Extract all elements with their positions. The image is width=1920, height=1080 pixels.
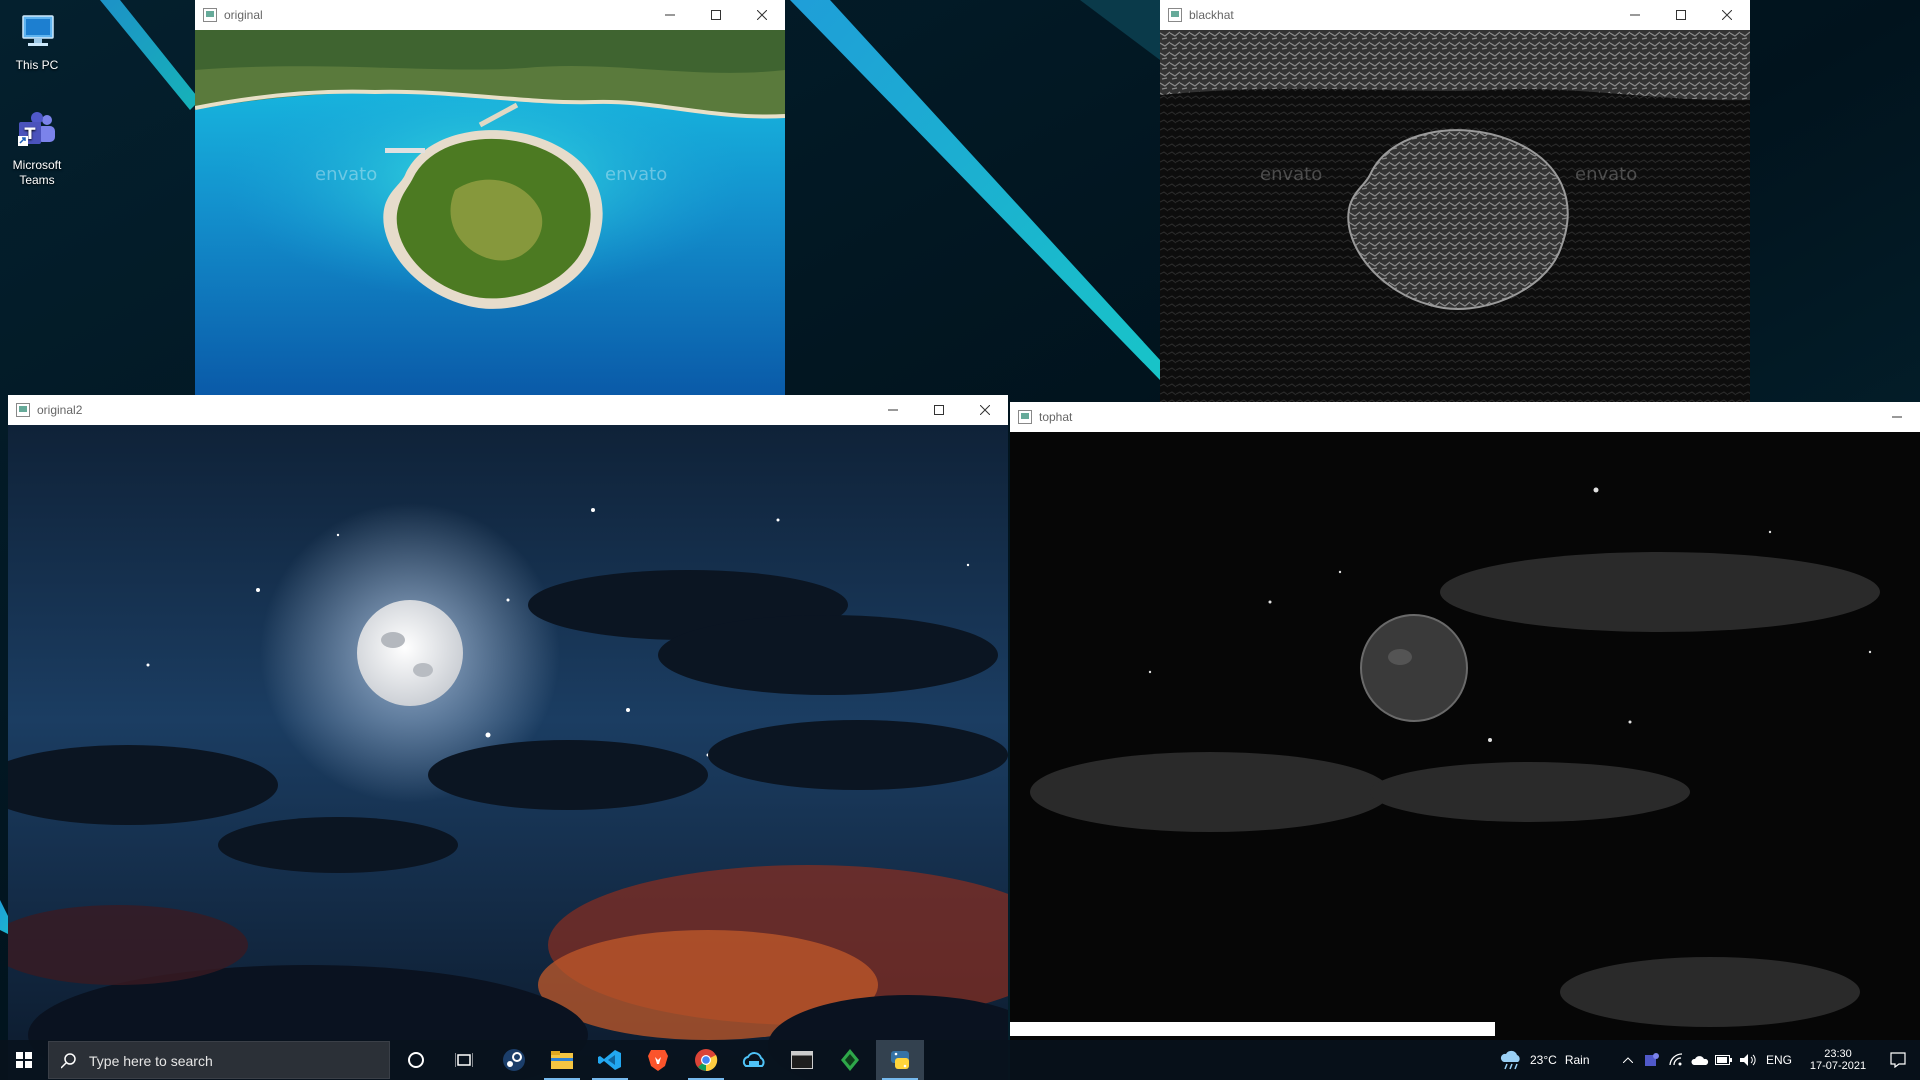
action-center-button[interactable] [1876, 1040, 1920, 1080]
watermark-left: envato [315, 164, 377, 185]
window-tophat[interactable]: tophat [1010, 402, 1920, 1080]
steam-icon [503, 1049, 525, 1071]
app-icon [841, 1049, 859, 1071]
taskbar-search-input[interactable]: Type here to search [48, 1041, 390, 1079]
taskbar-app-steam[interactable] [490, 1040, 538, 1080]
window-original2[interactable]: original2 [8, 395, 1008, 1080]
file-explorer-icon [551, 1051, 573, 1069]
taskbar-app-terminal[interactable] [778, 1040, 826, 1080]
watermark-left: envato [1260, 164, 1322, 185]
minimize-button[interactable] [1874, 402, 1920, 432]
window-titlebar[interactable]: original2 [8, 395, 1008, 425]
taskbar-app-chrome[interactable] [682, 1040, 730, 1080]
watermark-right: envato [1575, 164, 1637, 185]
taskbar-app-vscode[interactable] [586, 1040, 634, 1080]
desktop-icon-label-line2: Teams [19, 173, 55, 187]
maximize-button[interactable] [916, 395, 962, 425]
minimize-button[interactable] [870, 395, 916, 425]
notification-icon [1890, 1052, 1906, 1068]
window-original[interactable]: original envato envato [195, 0, 785, 395]
close-button[interactable] [962, 395, 1008, 425]
minimize-button[interactable] [1612, 0, 1658, 30]
teams-icon: T [15, 110, 59, 154]
terminal-icon [791, 1051, 813, 1069]
brave-icon [648, 1050, 668, 1071]
volume-icon [1740, 1054, 1756, 1066]
search-icon [61, 1053, 76, 1069]
window-titlebar[interactable]: tophat [1010, 402, 1920, 432]
rain-cloud-icon [1500, 1050, 1520, 1070]
window-app-icon [16, 403, 30, 417]
window-app-icon [1018, 410, 1032, 424]
window-title: original [224, 8, 263, 22]
clock[interactable]: 23:30 17-07-2021 [1800, 1040, 1876, 1080]
tray-wifi[interactable] [1664, 1040, 1688, 1080]
maximize-button[interactable] [693, 0, 739, 30]
this-pc-icon [15, 10, 59, 54]
clock-time: 23:30 [1824, 1048, 1852, 1060]
windows-logo-icon [16, 1052, 32, 1068]
progress-strip [1010, 1022, 1495, 1036]
window-title: original2 [37, 403, 83, 417]
cortana-icon [408, 1052, 424, 1068]
image-canvas-blackhat: envato envato [1160, 30, 1750, 402]
tray-battery[interactable] [1712, 1040, 1736, 1080]
window-app-icon [203, 8, 217, 22]
task-view-button[interactable] [440, 1040, 488, 1080]
tray-onedrive[interactable] [1688, 1040, 1712, 1080]
desktop-icon-microsoft-teams[interactable]: T Microsoft Teams [0, 110, 74, 188]
image-canvas-original2 [8, 425, 1008, 1080]
weather-condition: Rain [1564, 1053, 1590, 1067]
clock-date: 17-07-2021 [1809, 1060, 1867, 1072]
vscode-icon [598, 1050, 621, 1070]
taskbar-app-python[interactable] [876, 1040, 924, 1080]
taskbar-app-green[interactable] [826, 1040, 874, 1080]
chevron-up-icon [1623, 1057, 1633, 1063]
weather-widget[interactable]: 23°C Rain [1500, 1040, 1610, 1080]
window-title: tophat [1039, 410, 1073, 424]
window-titlebar[interactable]: original [195, 0, 785, 30]
image-canvas-tophat [1010, 432, 1920, 1080]
maximize-button[interactable] [1658, 0, 1704, 30]
tray-teams[interactable] [1640, 1040, 1664, 1080]
language-label: ENG [1765, 1053, 1792, 1067]
close-button[interactable] [1704, 0, 1750, 30]
show-hidden-icons-button[interactable] [1616, 1040, 1640, 1080]
desktop-icon-this-pc[interactable]: This PC [0, 10, 74, 73]
teams-tray-icon [1645, 1053, 1659, 1066]
battery-icon [1715, 1055, 1732, 1065]
minimize-button[interactable] [647, 0, 693, 30]
input-language[interactable]: ENG [1762, 1040, 1796, 1080]
start-button[interactable] [0, 1040, 48, 1080]
taskbar-app-brave[interactable] [634, 1040, 682, 1080]
watermark-right: envato [605, 164, 667, 185]
taskbar: Type here to search 23°C Rain ENG 23:30 … [0, 1040, 1920, 1080]
image-canvas-original: envato envato [195, 30, 785, 395]
taskbar-app-cloud[interactable] [730, 1040, 778, 1080]
window-blackhat[interactable]: blackhat envato envato [1160, 0, 1750, 402]
cortana-button[interactable] [392, 1040, 440, 1080]
tray-volume[interactable] [1736, 1040, 1760, 1080]
window-title: blackhat [1189, 8, 1234, 22]
onedrive-app-icon [742, 1052, 765, 1067]
search-placeholder: Type here to search [89, 1053, 213, 1069]
window-app-icon [1168, 8, 1182, 22]
desktop-icon-label: This PC [15, 58, 59, 72]
close-button[interactable] [739, 0, 785, 30]
weather-temp: 23°C [1530, 1053, 1557, 1067]
chrome-icon [695, 1049, 718, 1072]
window-titlebar[interactable]: blackhat [1160, 0, 1750, 30]
taskbar-app-file-explorer[interactable] [538, 1040, 586, 1080]
desktop-icon-label-line1: Microsoft [12, 158, 62, 172]
task-view-icon [455, 1053, 473, 1067]
onedrive-icon [1691, 1056, 1709, 1065]
wifi-icon [1669, 1053, 1683, 1066]
python-icon [891, 1051, 909, 1069]
